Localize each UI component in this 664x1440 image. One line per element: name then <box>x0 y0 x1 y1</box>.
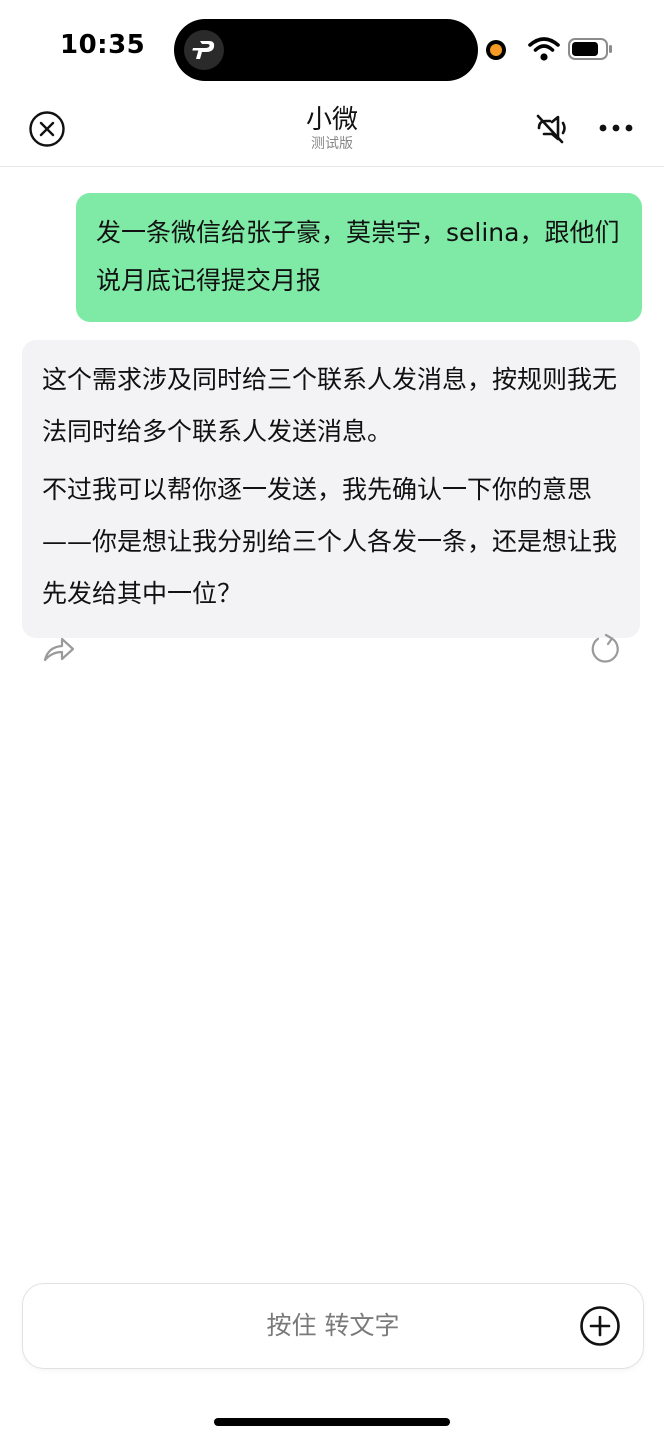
assistant-message-paragraph: 不过我可以帮你逐一发送，我先确认一下你的意思——你是想让我分别给三个人各发一条，… <box>42 475 618 608</box>
status-time: 10:35 <box>60 30 146 60</box>
hold-to-talk-button[interactable]: 按住 转文字 <box>23 1284 643 1368</box>
regenerate-button[interactable] <box>586 630 624 668</box>
attach-button[interactable] <box>579 1305 621 1347</box>
mute-toggle-button[interactable] <box>530 108 570 148</box>
live-activity-app-icon <box>184 30 224 70</box>
battery-icon <box>568 38 614 60</box>
refresh-icon <box>591 633 619 663</box>
more-dots-icon <box>599 124 633 132</box>
plus-circle-icon <box>580 1306 620 1346</box>
dynamic-island <box>174 19 478 81</box>
home-indicator <box>214 1418 450 1426</box>
assistant-message-paragraph: 这个需求涉及同时给三个联系人发消息，按规则我无法同时给多个联系人发送消息。 <box>42 365 618 446</box>
assistant-message-bubble: 这个需求涉及同时给三个联系人发消息，按规则我无法同时给多个联系人发送消息。 不过… <box>22 340 640 638</box>
nav-header: 小微 测试版 <box>0 96 664 167</box>
camera-indicator-dot <box>486 40 506 60</box>
more-button[interactable] <box>596 108 636 148</box>
chat-screen: 10:35 小微 测试版 发一条微信给张子豪，莫崇宇，selina，跟他们说月底… <box>0 0 664 1440</box>
user-message-bubble: 发一条微信给张子豪，莫崇宇，selina，跟他们说月底记得提交月报 <box>76 193 642 322</box>
input-bar: 按住 转文字 <box>22 1283 644 1369</box>
status-bar: 10:35 <box>0 0 664 96</box>
mute-icon <box>536 114 566 144</box>
wifi-icon <box>528 36 560 62</box>
share-arrow-icon <box>43 637 75 662</box>
share-button[interactable] <box>40 630 78 668</box>
